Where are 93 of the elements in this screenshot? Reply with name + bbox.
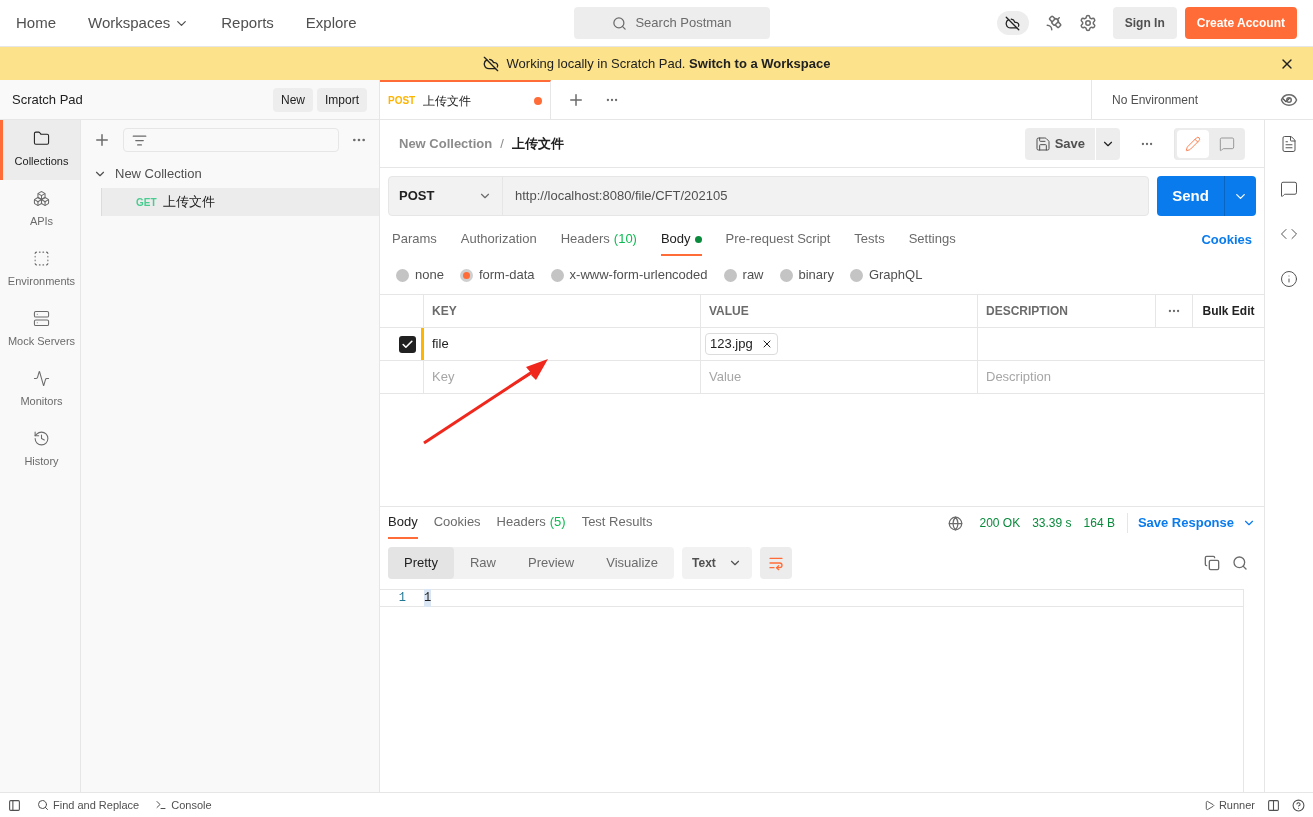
columns-icon[interactable] bbox=[1267, 798, 1280, 812]
body-type-radio[interactable]: x-www-form-urlencoded bbox=[550, 265, 708, 285]
status-bar-item[interactable]: Find and Replace bbox=[37, 796, 140, 814]
response-tab[interactable]: Cookies bbox=[433, 507, 481, 539]
view-mode-tab[interactable]: Preview bbox=[512, 547, 591, 579]
search-field[interactable]: Search Postman bbox=[574, 7, 770, 39]
nav-icon bbox=[33, 190, 50, 208]
save-icon bbox=[1034, 135, 1051, 152]
file-chip: 123.jpg bbox=[705, 333, 778, 355]
format-select[interactable]: Text bbox=[682, 547, 752, 579]
eye-icon[interactable] bbox=[1280, 91, 1298, 109]
document-icon[interactable] bbox=[1280, 135, 1298, 153]
tab-title: 上传文件 bbox=[423, 92, 472, 110]
view-mode-tab[interactable]: Pretty bbox=[388, 547, 454, 579]
save-button[interactable]: Save bbox=[1024, 127, 1095, 160]
nav-link[interactable]: Explore bbox=[305, 11, 357, 35]
environment-select[interactable]: No Environment bbox=[1091, 80, 1313, 119]
sidebar-title: Scratch Pad bbox=[12, 90, 83, 109]
check-icon bbox=[401, 337, 414, 351]
search-icon bbox=[612, 15, 628, 31]
sidebar-nav-item[interactable]: Collections bbox=[0, 120, 80, 180]
runner-button[interactable]: Runner bbox=[1203, 796, 1255, 814]
wrap-icon[interactable] bbox=[759, 547, 792, 579]
response-tab[interactable]: Test Results bbox=[581, 507, 653, 539]
nav-icon bbox=[33, 370, 50, 388]
response-time: 33.39 s bbox=[1032, 515, 1072, 532]
request-section-tab[interactable]: Authorization bbox=[460, 224, 537, 256]
satellite-icon[interactable] bbox=[1044, 14, 1063, 32]
search-icon[interactable] bbox=[1232, 555, 1248, 571]
sidebar-button[interactable]: Import bbox=[317, 87, 367, 112]
collection-item[interactable]: New Collection bbox=[81, 160, 379, 188]
play-icon bbox=[1203, 799, 1215, 811]
info-icon[interactable] bbox=[1280, 270, 1298, 288]
banner-text: Working locally in Scratch Pad. Switch to a Workspace bbox=[506, 54, 831, 73]
view-mode-tab[interactable]: Raw bbox=[453, 547, 512, 579]
method-label: POST bbox=[388, 94, 416, 108]
cookies-link[interactable]: Cookies bbox=[1201, 224, 1252, 256]
nav-icon bbox=[33, 310, 50, 328]
comment-icon[interactable] bbox=[1280, 180, 1298, 198]
request-section-tab[interactable]: Headers (10) bbox=[560, 224, 637, 256]
status-bar-item[interactable]: Console bbox=[155, 796, 212, 814]
sign-in-button[interactable]: Sign In bbox=[1112, 7, 1177, 39]
response-size: 164 B bbox=[1083, 515, 1115, 532]
request-section-tab[interactable]: Params bbox=[392, 224, 437, 256]
nav-icon bbox=[33, 430, 50, 448]
row-checkbox[interactable] bbox=[399, 335, 416, 353]
column-header: KEY bbox=[424, 295, 701, 327]
search-icon bbox=[37, 799, 49, 811]
save-response-button[interactable]: Save Response bbox=[1126, 513, 1256, 533]
request-tab[interactable]: POST 上传文件 bbox=[380, 80, 551, 119]
request-section-tab[interactable]: Body bbox=[660, 224, 702, 256]
body-type-radio[interactable]: GraphQL bbox=[849, 265, 923, 285]
column-header: VALUE bbox=[701, 295, 978, 327]
cloud-off-icon[interactable] bbox=[996, 11, 1029, 35]
request-section-tab[interactable]: Pre-request Script bbox=[725, 224, 831, 256]
request-section-tab[interactable]: Settings bbox=[908, 224, 956, 256]
nav-link[interactable]: Home bbox=[16, 11, 56, 35]
globe-icon[interactable] bbox=[948, 515, 964, 531]
breadcrumb-current: 上传文件 bbox=[511, 134, 564, 153]
sidebar-nav-item[interactable]: Environments bbox=[0, 240, 80, 300]
copy-icon[interactable] bbox=[1204, 555, 1220, 571]
body-type-radio[interactable]: binary bbox=[779, 265, 834, 285]
filter-icon bbox=[132, 132, 147, 148]
status-code: 200 OK bbox=[979, 515, 1021, 532]
sidebar-nav-item[interactable]: History bbox=[0, 420, 80, 480]
bulk-edit-button[interactable]: Bulk Edit bbox=[1193, 295, 1264, 327]
breadcrumb-separator: / bbox=[500, 134, 504, 153]
line-number: 1 bbox=[397, 590, 407, 607]
sidebar-toggle-icon[interactable] bbox=[8, 798, 21, 812]
sidebar-button[interactable]: New bbox=[272, 87, 313, 112]
nav-link[interactable]: Workspaces bbox=[88, 11, 190, 35]
settings-icon[interactable] bbox=[1078, 14, 1097, 32]
request-item[interactable]: GET 上传文件 bbox=[101, 188, 379, 216]
view-mode-tab[interactable]: Visualize bbox=[590, 547, 675, 579]
terminal-icon bbox=[155, 799, 168, 811]
response-tab[interactable]: Body bbox=[388, 507, 418, 539]
sidebar-nav-item[interactable]: APIs bbox=[0, 180, 80, 240]
plus-icon[interactable] bbox=[93, 131, 111, 149]
cloud-off-icon bbox=[482, 55, 499, 72]
request-section-tab[interactable]: Tests bbox=[854, 224, 885, 256]
body-type-radio[interactable]: raw bbox=[723, 265, 764, 285]
body-type-radio[interactable]: none bbox=[396, 265, 444, 285]
help-icon[interactable] bbox=[1292, 798, 1305, 812]
nav-link[interactable]: Reports bbox=[221, 11, 274, 35]
body-type-radio[interactable]: form-data bbox=[459, 265, 535, 285]
sidebar-nav-item[interactable]: Mock Servers bbox=[0, 300, 80, 360]
column-header: DESCRIPTION bbox=[978, 295, 1156, 327]
sidebar-nav-item[interactable]: Monitors bbox=[0, 360, 80, 420]
response-tab[interactable]: Headers (5) bbox=[496, 507, 566, 539]
filter-field[interactable] bbox=[123, 128, 339, 152]
method-label: GET bbox=[136, 195, 157, 210]
nav-icon bbox=[33, 250, 50, 268]
nav-icon bbox=[33, 130, 50, 148]
